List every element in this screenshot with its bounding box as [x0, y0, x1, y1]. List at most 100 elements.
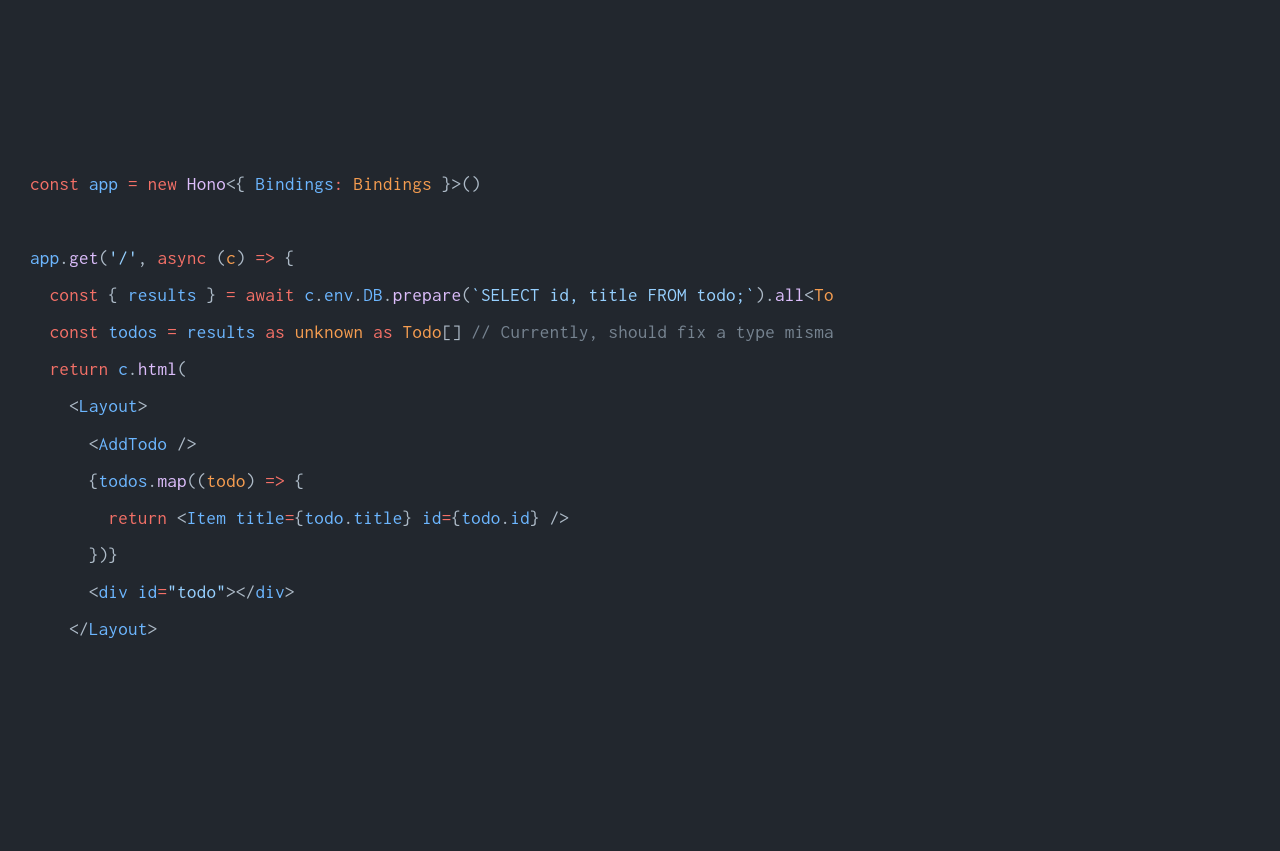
type-unknown: unknown — [295, 322, 364, 342]
variable-todos: todos — [99, 471, 148, 491]
punctuation: <{ — [226, 174, 255, 194]
indent — [30, 619, 69, 639]
jsx-expr-open: { — [89, 471, 99, 491]
punctuation: })} — [89, 545, 118, 565]
space — [363, 322, 373, 342]
jsx-close: /> — [167, 434, 196, 454]
space — [256, 322, 266, 342]
punctuation: . — [128, 359, 138, 379]
operator-equals: = — [128, 174, 138, 194]
code-line: const todos = results as unknown as Todo… — [30, 322, 834, 342]
indent — [30, 582, 89, 602]
operator-equals: = — [442, 508, 452, 528]
punctuation: . — [344, 508, 354, 528]
keyword-return: return — [50, 359, 109, 379]
method-prepare: prepare — [393, 285, 462, 305]
operator-equals: = — [157, 582, 167, 602]
jsx-expr-close: } — [403, 508, 423, 528]
operator-equals: = — [285, 508, 295, 528]
punctuation: ( — [461, 285, 471, 305]
jsx-addtodo: AddTodo — [99, 434, 168, 454]
punctuation: : — [334, 174, 354, 194]
operator-equals: = — [226, 285, 236, 305]
punctuation: < — [804, 285, 814, 305]
arrow: => — [265, 471, 285, 491]
variable-app: app — [30, 248, 59, 268]
space — [295, 285, 305, 305]
indent — [30, 545, 89, 565]
attr-id: id — [138, 582, 158, 602]
space — [285, 322, 295, 342]
keyword-const: const — [50, 285, 99, 305]
string-todo: "todo" — [167, 582, 226, 602]
jsx-expr-open: { — [295, 508, 305, 528]
code-line: return <Item title={todo.title} id={todo… — [30, 508, 569, 528]
jsx-layout: Layout — [89, 619, 148, 639]
string-sql: `SELECT id, title FROM todo;` — [471, 285, 755, 305]
punctuation: . — [354, 285, 364, 305]
punctuation: . — [501, 508, 511, 528]
punctuation: ( — [177, 359, 187, 379]
jsx-div: div — [255, 582, 284, 602]
property-env: env — [324, 285, 353, 305]
keyword-const: const — [30, 174, 79, 194]
space — [393, 322, 403, 342]
jsx-expr-open: { — [452, 508, 462, 528]
indent — [30, 396, 69, 416]
comment: // Currently, should fix a type misma — [471, 322, 834, 342]
jsx-open: < — [167, 508, 187, 528]
jsx-open: < — [89, 582, 99, 602]
property-db: DB — [363, 285, 383, 305]
class-hono: Hono — [187, 174, 226, 194]
keyword-await: await — [246, 285, 295, 305]
jsx-open: </ — [69, 619, 89, 639]
method-all: all — [775, 285, 804, 305]
punctuation: . — [59, 248, 69, 268]
keyword-return: return — [108, 508, 167, 528]
jsx-close: } /> — [530, 508, 569, 528]
code-line: <AddTodo /> — [30, 434, 197, 454]
jsx-open: < — [69, 396, 79, 416]
method-map: map — [157, 471, 186, 491]
punctuation: } — [197, 285, 226, 305]
keyword-as: as — [265, 322, 285, 342]
code-line: <div id="todo"></div> — [30, 582, 295, 602]
jsx-close: > — [138, 396, 148, 416]
space — [128, 582, 138, 602]
code-line: </Layout> — [30, 619, 157, 639]
keyword-new: new — [148, 174, 177, 194]
indent — [30, 285, 50, 305]
punctuation: ) — [236, 248, 256, 268]
type-bindings: Bindings — [354, 174, 432, 194]
variable-todo: todo — [461, 508, 500, 528]
punctuation: ) — [246, 471, 266, 491]
keyword-async: async — [157, 248, 206, 268]
indent — [30, 322, 50, 342]
indent — [30, 471, 89, 491]
space — [157, 322, 167, 342]
space — [99, 322, 109, 342]
code-line: return c.html( — [30, 359, 187, 379]
indent — [30, 508, 108, 528]
variable-results: results — [187, 322, 256, 342]
punctuation: (( — [187, 471, 207, 491]
jsx-div: div — [99, 582, 128, 602]
punctuation: { — [275, 248, 295, 268]
jsx-item: Item — [187, 508, 226, 528]
punctuation: . — [383, 285, 393, 305]
type-todo: Todo — [403, 322, 442, 342]
jsx-close: > — [148, 619, 158, 639]
indent — [30, 359, 50, 379]
punctuation: { — [285, 471, 305, 491]
jsx-layout: Layout — [79, 396, 138, 416]
method-get: get — [69, 248, 98, 268]
string-path: '/' — [108, 248, 137, 268]
space — [108, 359, 118, 379]
punctuation: }>() — [432, 174, 481, 194]
code-line: app.get('/', async (c) => { — [30, 248, 295, 268]
punctuation: ). — [755, 285, 775, 305]
type-bindings: Bindings — [256, 174, 334, 194]
variable-todos: todos — [108, 322, 157, 342]
parameter-todo: todo — [206, 471, 245, 491]
punctuation: . — [148, 471, 158, 491]
